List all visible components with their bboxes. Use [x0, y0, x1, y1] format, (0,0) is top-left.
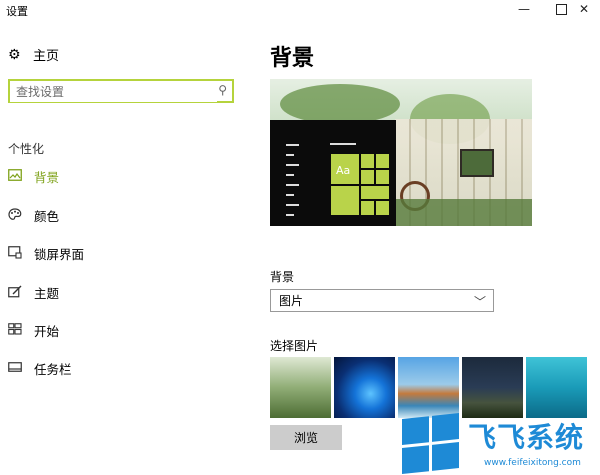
sidebar-item-label: 主题: [34, 285, 60, 301]
sidebar-item-lockscreen[interactable]: 锁屏界面: [8, 243, 84, 263]
sidebar-item-label: 开始: [34, 323, 60, 339]
sidebar-item-start[interactable]: 开始: [8, 320, 59, 340]
theme-icon: [8, 285, 24, 299]
start-menu-preview: Aa: [270, 120, 396, 226]
search-icon[interactable]: ⚲: [218, 83, 227, 97]
gear-icon: ⚙: [8, 46, 21, 63]
maximize-icon: [555, 3, 567, 15]
picture-thumbnail[interactable]: [398, 357, 459, 418]
watermark: 飞飞系统 www.feifeixitong.com: [398, 410, 600, 475]
windows-logo-icon: [402, 413, 460, 475]
browse-button[interactable]: 浏览: [270, 425, 342, 450]
watermark-url: www.feifeixitong.com: [484, 458, 581, 468]
close-button[interactable]: ✕: [568, 0, 600, 18]
sidebar-item-taskbar[interactable]: 任务栏: [8, 358, 72, 378]
lockscreen-icon: [8, 246, 24, 260]
picture-thumbnail[interactable]: [462, 357, 523, 418]
sidebar-item-home[interactable]: ⚙ 主页: [8, 45, 60, 65]
sidebar-item-label: 背景: [34, 169, 60, 185]
picture-icon: [8, 169, 24, 183]
watermark-brand: 飞飞系统: [468, 421, 585, 454]
sidebar: ⚙ 主页 ⚲ 个性化 背景 颜色 锁屏界面 主题 开始: [0, 18, 250, 474]
section-label: 个性化: [8, 142, 45, 156]
sidebar-item-color[interactable]: 颜色: [8, 205, 59, 225]
start-icon: [8, 323, 24, 337]
background-type-select[interactable]: 图片 ﹀: [270, 289, 494, 312]
background-type-label: 背景: [270, 270, 295, 284]
background-preview: Aa: [270, 79, 532, 226]
picture-thumbnail[interactable]: [334, 357, 395, 418]
sidebar-item-label: 任务栏: [34, 361, 72, 377]
choose-picture-label: 选择图片: [270, 339, 319, 353]
window-title: 设置: [6, 5, 28, 18]
sidebar-item-theme[interactable]: 主题: [8, 282, 59, 302]
home-label: 主页: [33, 49, 60, 64]
search-input[interactable]: [10, 82, 217, 102]
sidebar-item-label: 颜色: [34, 208, 60, 224]
page-title: 背景: [270, 46, 315, 71]
close-icon: ✕: [578, 2, 590, 16]
palette-icon: [8, 208, 24, 222]
chevron-down-icon: ﹀: [473, 295, 486, 309]
taskbar-icon: [8, 361, 24, 375]
picture-thumbnail[interactable]: [270, 357, 331, 418]
tile-grid: Aa: [330, 153, 390, 216]
sidebar-item-background[interactable]: 背景: [8, 166, 59, 186]
picture-thumbnail[interactable]: [526, 357, 587, 418]
minimize-button[interactable]: —: [506, 0, 542, 18]
minimize-icon: —: [518, 2, 530, 16]
title-bar: 设置 — ✕: [0, 0, 600, 18]
tile-label: Aa: [336, 164, 351, 177]
sidebar-item-label: 锁屏界面: [34, 246, 85, 262]
search-box: ⚲: [8, 79, 234, 103]
background-type-value: 图片: [279, 294, 304, 308]
